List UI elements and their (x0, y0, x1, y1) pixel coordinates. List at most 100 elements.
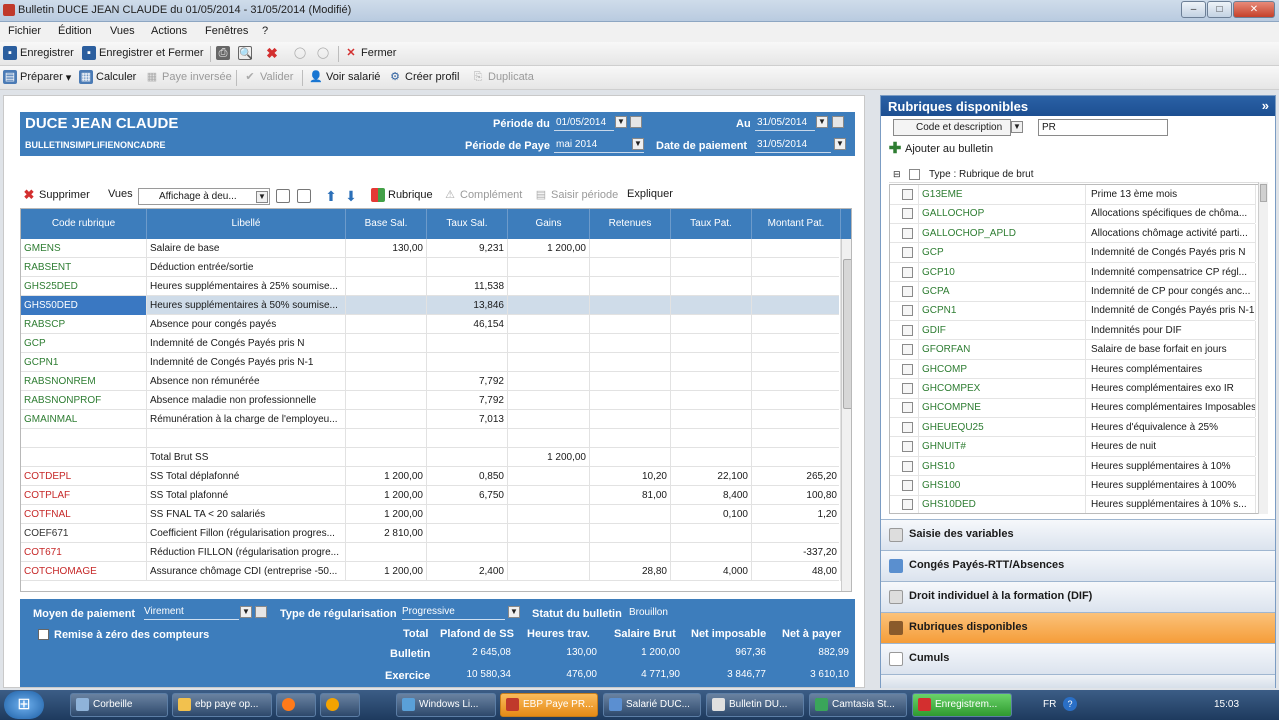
table-cell[interactable]: Rémunération à la charge de l'employeu..… (147, 410, 346, 429)
table-cell[interactable] (752, 372, 841, 391)
table-cell[interactable] (427, 353, 508, 372)
table-cell[interactable]: 48,00 (752, 562, 841, 581)
item-checkbox[interactable] (902, 227, 913, 239)
table-cell[interactable]: COTPLAF (21, 486, 147, 505)
list-item[interactable]: GHS10 Heures supplémentaires à 10% (890, 456, 1256, 477)
table-row[interactable] (21, 429, 841, 448)
table-cell[interactable] (346, 429, 427, 448)
payment-date-field[interactable]: 31/05/2014 (755, 137, 831, 153)
table-cell[interactable]: 1 200,00 (346, 467, 427, 486)
list-scrollbar[interactable] (1258, 182, 1268, 514)
calendar-icon[interactable] (832, 116, 844, 128)
chevron-down-icon[interactable]: ▼ (834, 138, 846, 150)
table-cell[interactable] (147, 429, 346, 448)
table-cell[interactable] (346, 448, 427, 467)
table-cell[interactable] (752, 296, 841, 315)
table-cell[interactable]: GCPN1 (21, 353, 147, 372)
table-cell[interactable]: 0,100 (671, 505, 752, 524)
table-cell[interactable]: 7,013 (427, 410, 508, 429)
table-row[interactable]: GHS50DED Heures supplémentaires à 50% sou… (21, 296, 841, 315)
table-cell[interactable]: Heures supplémentaires à 25% soumise... (147, 277, 346, 296)
table-cell[interactable] (752, 277, 841, 296)
table-cell[interactable] (427, 448, 508, 467)
table-cell[interactable] (590, 315, 671, 334)
table-cell[interactable] (752, 448, 841, 467)
table-cell[interactable] (671, 448, 752, 467)
table-cell[interactable]: 8,400 (671, 486, 752, 505)
table-cell[interactable]: Absence non rémunérée (147, 372, 346, 391)
chevron-down-icon[interactable]: ▼ (256, 191, 268, 203)
table-cell[interactable]: 1 200,00 (346, 505, 427, 524)
list-item[interactable]: GHEUEQU25 Heures d'équivalence à 25% (890, 417, 1256, 438)
section-rubriques[interactable]: Rubriques disponibles (881, 612, 1275, 643)
table-cell[interactable] (427, 334, 508, 353)
table-cell[interactable] (671, 410, 752, 429)
table-cell[interactable]: SS Total déplafonné (147, 467, 346, 486)
group-checkbox[interactable] (909, 169, 920, 180)
table-cell[interactable]: Absence pour congés payés (147, 315, 346, 334)
table-cell[interactable] (671, 429, 752, 448)
table-row[interactable]: GCPN1 Indemnité de Congés Payés pris N-1 (21, 353, 841, 372)
table-cell[interactable]: Indemnité de Congés Payés pris N-1 (147, 353, 346, 372)
table-cell[interactable] (508, 353, 590, 372)
table-cell[interactable] (346, 258, 427, 277)
filter-mode-select[interactable]: Code et description (893, 119, 1011, 136)
list-item[interactable]: GALLOCHOP_APLD Allocations chômage activi… (890, 223, 1256, 244)
chevron-down-icon[interactable]: ▼ (508, 606, 520, 618)
table-row[interactable]: RABSNONPROF Absence maladie non professio… (21, 391, 841, 410)
table-cell[interactable]: GCP (21, 334, 147, 353)
table-cell[interactable]: COEF671 (21, 524, 147, 543)
item-checkbox[interactable] (902, 441, 913, 453)
table-cell[interactable] (508, 258, 590, 277)
help-icon[interactable]: ? (1063, 697, 1077, 711)
item-checkbox[interactable] (902, 499, 913, 511)
view-select[interactable]: Affichage à deu... (138, 188, 270, 205)
table-cell[interactable]: 1 200,00 (508, 239, 590, 258)
table-cell[interactable] (671, 543, 752, 562)
table-cell[interactable] (508, 296, 590, 315)
table-cell[interactable] (21, 429, 147, 448)
table-cell[interactable] (590, 543, 671, 562)
item-checkbox[interactable] (902, 421, 913, 433)
collapse-icon[interactable]: » (1262, 98, 1269, 113)
delete-button[interactable]: ✖ (265, 46, 279, 60)
table-row[interactable]: COTCHOMAGE Assurance chômage CDI (entrepr… (21, 562, 841, 581)
table-cell[interactable] (427, 524, 508, 543)
regul-type-select[interactable]: Progressive (402, 606, 505, 620)
table-cell[interactable] (752, 410, 841, 429)
chevron-down-icon[interactable]: ▼ (1011, 121, 1023, 133)
table-cell[interactable] (671, 296, 752, 315)
taskbar-item-folder[interactable]: ebp paye op... (172, 693, 272, 717)
list-item[interactable]: GHNUIT# Heures de nuit (890, 437, 1256, 457)
table-row[interactable]: GCP Indemnité de Congés Payés pris N (21, 334, 841, 353)
table-cell[interactable] (590, 410, 671, 429)
table-cell[interactable] (671, 391, 752, 410)
table-cell[interactable] (590, 448, 671, 467)
table-cell[interactable] (752, 524, 841, 543)
rubrique-search-input[interactable]: PR (1038, 119, 1168, 136)
table-row[interactable]: GMAINMAL Rémunération à la charge de l'em… (21, 410, 841, 429)
table-cell[interactable] (346, 315, 427, 334)
table-cell[interactable] (590, 524, 671, 543)
period-to-field[interactable]: 31/05/2014 (755, 115, 815, 131)
col-header-code[interactable]: Code rubrique (21, 209, 147, 239)
table-cell[interactable]: 0,850 (427, 467, 508, 486)
prev-button[interactable]: ◯ (293, 46, 307, 60)
chevron-down-icon[interactable]: ▼ (240, 606, 252, 618)
list-item[interactable]: GDIF Indemnités pour DIF (890, 320, 1256, 341)
table-cell[interactable] (590, 296, 671, 315)
table-cell[interactable] (508, 391, 590, 410)
group-header[interactable]: ⊟ Type : Rubrique de brut (889, 166, 1266, 183)
table-cell[interactable] (508, 543, 590, 562)
col-header-taux-pat[interactable]: Taux Pat. (671, 209, 752, 239)
arrow-down-icon[interactable]: ⬇ (344, 189, 358, 203)
start-button[interactable]: ⊞ (4, 691, 44, 719)
table-cell[interactable] (752, 353, 841, 372)
section-conges[interactable]: Congés Payés-RTT/Absences (881, 550, 1275, 581)
scrollbar-thumb[interactable] (1260, 184, 1267, 202)
table-cell[interactable]: -337,20 (752, 543, 841, 562)
delete-line-button[interactable]: ✖ Supprimer (22, 188, 90, 202)
scrollbar-thumb[interactable] (843, 259, 851, 409)
duplicate-button[interactable]: ⎘ Duplicata (471, 70, 534, 84)
list-item[interactable]: GALLOCHOP Allocations spécifiques de chôm… (890, 204, 1256, 225)
